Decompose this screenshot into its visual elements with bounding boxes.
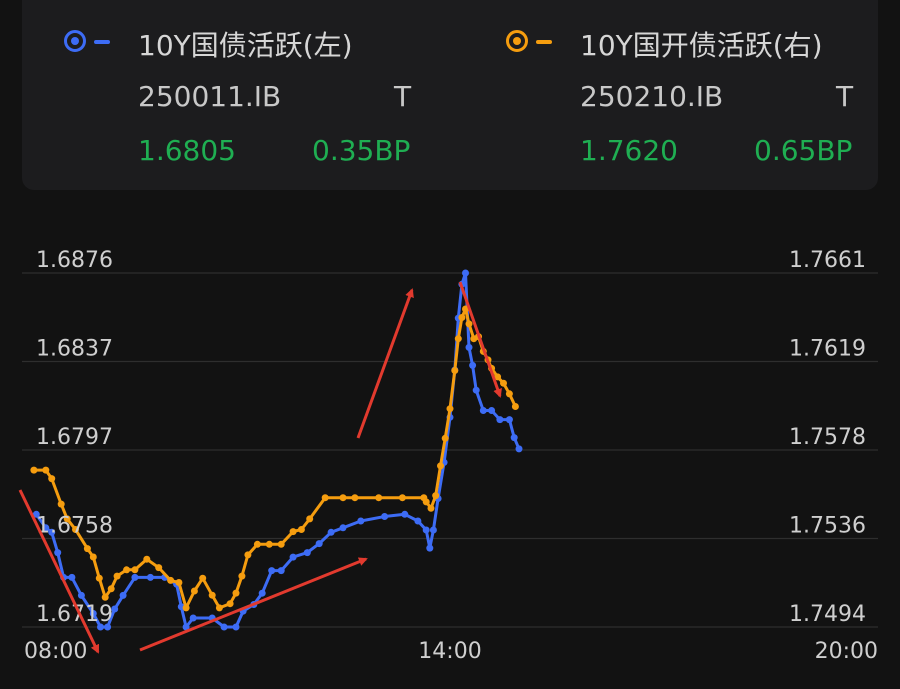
data-point <box>465 320 473 328</box>
data-point <box>182 604 190 612</box>
data-point <box>146 573 154 581</box>
data-point <box>437 462 444 470</box>
data-point <box>48 475 56 483</box>
data-point <box>472 386 480 394</box>
data-point <box>505 390 513 398</box>
data-point <box>315 540 323 548</box>
x-tick-label: 08:00 <box>24 639 87 664</box>
data-point <box>253 540 261 548</box>
data-point <box>422 526 430 534</box>
data-point <box>119 591 127 599</box>
annotation-arrow <box>139 557 368 652</box>
data-point <box>303 549 311 557</box>
data-point <box>306 515 314 523</box>
data-point <box>398 494 406 502</box>
data-point <box>68 573 76 581</box>
data-point <box>500 379 507 387</box>
annotation-arrow <box>458 281 502 398</box>
data-point <box>327 528 335 536</box>
data-point <box>113 572 121 580</box>
data-point <box>469 361 477 369</box>
data-point <box>277 567 285 575</box>
data-point <box>339 494 347 502</box>
data-point <box>496 416 504 424</box>
data-point <box>107 585 115 593</box>
data-point <box>215 604 223 612</box>
data-point <box>190 587 198 595</box>
data-point <box>258 589 266 597</box>
data-point <box>155 564 163 572</box>
data-point <box>414 517 422 525</box>
data-point <box>357 517 365 525</box>
data-point <box>289 553 297 561</box>
data-point <box>101 593 109 601</box>
data-point <box>297 526 305 533</box>
y-right-tick-label: 1.7578 <box>789 425 866 450</box>
data-point <box>189 614 197 622</box>
data-point <box>351 494 359 502</box>
data-point <box>220 623 228 631</box>
data-point <box>429 526 437 534</box>
data-point <box>277 540 285 548</box>
data-point <box>199 574 207 582</box>
y-right-tick-label: 1.7619 <box>789 337 866 362</box>
data-point <box>510 434 518 442</box>
data-point <box>432 492 440 500</box>
data-point <box>232 589 240 597</box>
data-point <box>451 367 459 374</box>
data-point <box>441 434 449 442</box>
data-point <box>30 466 38 474</box>
data-point <box>321 494 329 502</box>
data-point <box>95 574 103 582</box>
data-point <box>454 335 462 343</box>
data-point <box>232 623 240 631</box>
data-point <box>42 466 50 474</box>
annotation-arrow <box>356 288 414 439</box>
data-point <box>426 544 434 552</box>
data-point <box>381 513 389 520</box>
data-point <box>89 553 97 561</box>
y-left-tick-label: 1.6797 <box>36 425 113 450</box>
data-point <box>289 528 297 536</box>
y-left-tick-label: 1.6837 <box>36 337 113 362</box>
data-point <box>244 551 252 559</box>
data-point <box>57 500 65 508</box>
data-point <box>479 407 487 414</box>
data-point <box>143 555 151 563</box>
data-point <box>401 510 409 518</box>
x-tick-label: 14:00 <box>418 639 481 664</box>
data-point <box>268 567 276 575</box>
data-point <box>465 343 473 351</box>
yield-chart[interactable]: 1.6876 1.7661 1.6837 1.7619 1.6797 1.7578 1.67… <box>0 0 900 689</box>
data-point <box>462 269 469 277</box>
y-right-tick-label: 1.7661 <box>789 248 866 273</box>
y-right-tick-label: 1.7494 <box>789 602 866 627</box>
data-point <box>427 504 435 512</box>
data-point <box>375 494 383 502</box>
data-point <box>511 403 519 410</box>
data-point <box>77 591 85 599</box>
y-left-tick-label: 1.6876 <box>36 248 113 273</box>
data-point <box>339 524 347 532</box>
x-tick-label: 20:00 <box>815 639 878 664</box>
data-point <box>123 566 131 574</box>
data-point <box>175 579 183 586</box>
data-point <box>505 416 513 424</box>
data-point <box>167 576 175 584</box>
data-point <box>208 591 216 599</box>
data-point <box>238 572 246 580</box>
y-left-tick-label: 1.6758 <box>36 514 113 539</box>
data-point <box>422 498 430 506</box>
y-right-tick-label: 1.7536 <box>789 514 866 539</box>
data-point <box>265 540 273 548</box>
data-point <box>458 314 466 321</box>
data-point <box>131 566 139 574</box>
data-point <box>226 600 234 608</box>
data-point <box>131 573 139 581</box>
data-point <box>446 405 454 413</box>
data-point <box>54 549 62 557</box>
data-point <box>515 445 523 453</box>
data-point <box>83 545 91 553</box>
data-point <box>488 407 496 414</box>
